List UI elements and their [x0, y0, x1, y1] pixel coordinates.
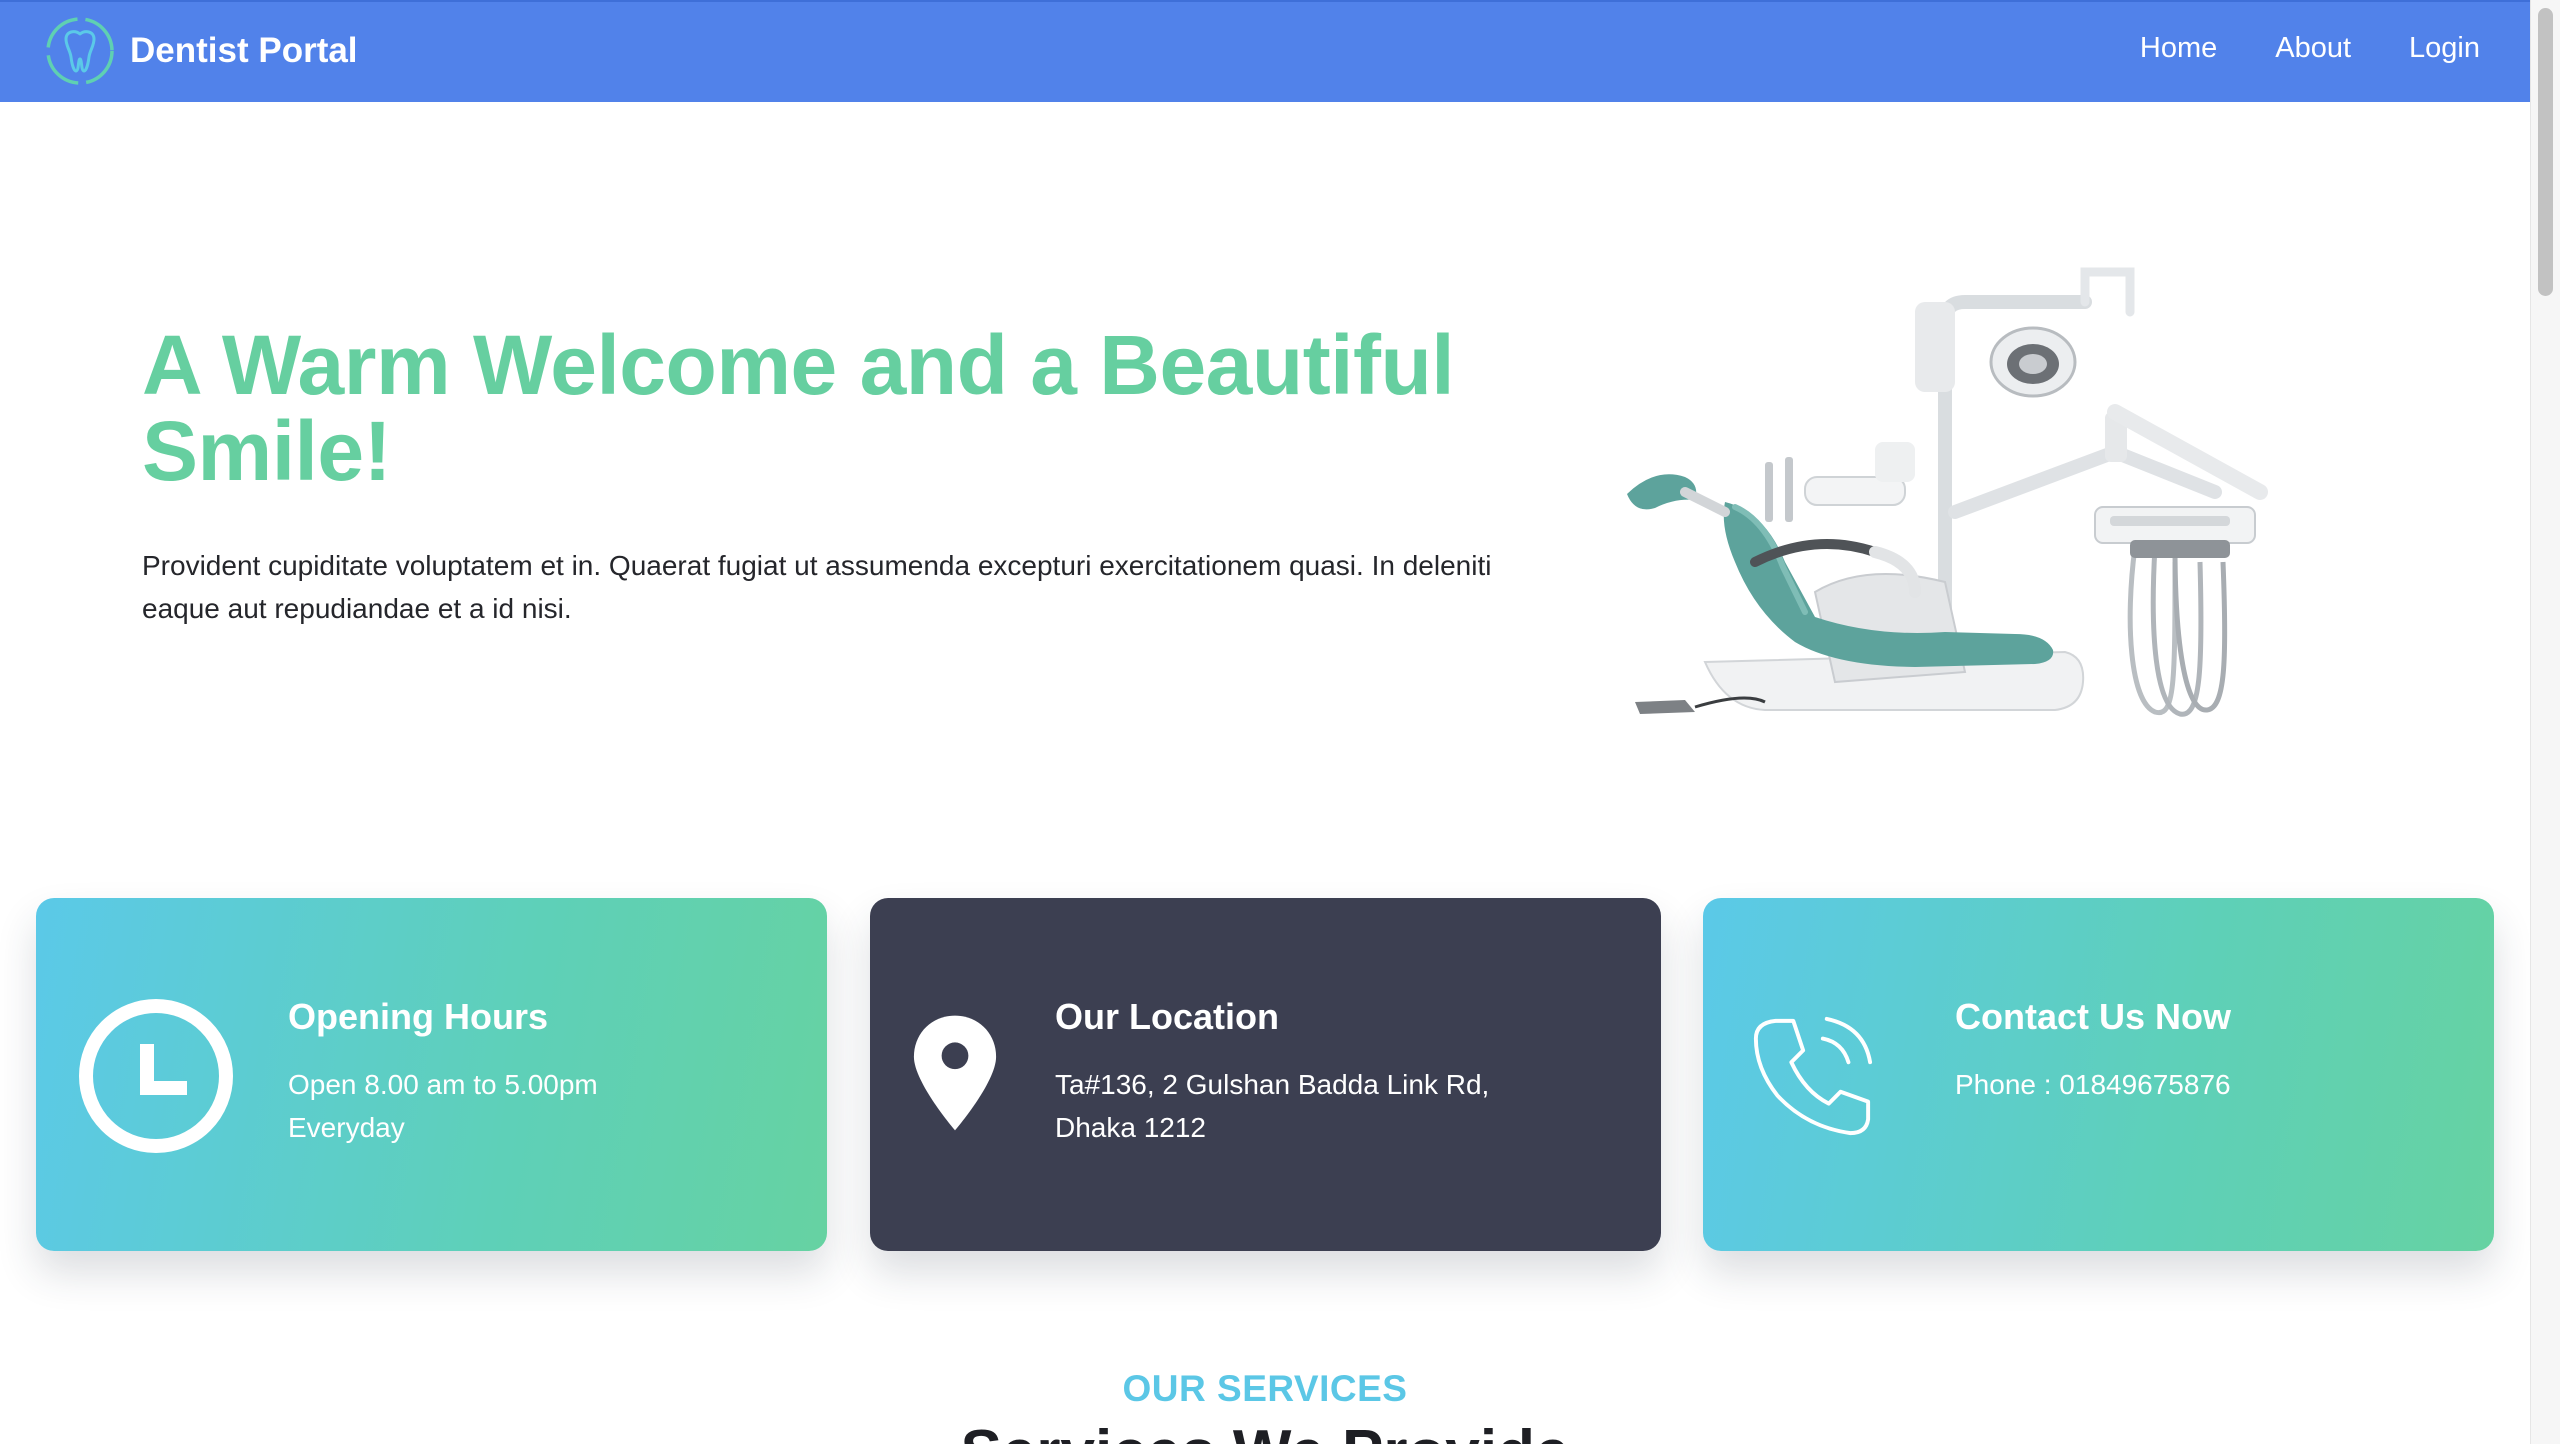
card-title: Contact Us Now — [1955, 996, 2232, 1037]
card-line: Dhaka 1212 — [1055, 1112, 1207, 1143]
contact-card: Contact Us Now Phone : 01849675876 — [1703, 898, 2494, 1251]
card-text[interactable]: Phone : 01849675876 — [1955, 1063, 2475, 1106]
phone-icon — [1753, 1016, 1873, 1136]
map-pin-icon — [913, 1015, 997, 1131]
dental-chair-image — [1627, 267, 2268, 717]
scrollbar[interactable] — [2530, 0, 2560, 1444]
card-line: Phone : 01849675876 — [1955, 1069, 2231, 1100]
card-title: Opening Hours — [288, 996, 548, 1037]
services-heading: Services We Provide — [0, 1418, 2530, 1444]
hero-title: A Warm Welcome and a Beautiful Smile! — [142, 318, 1455, 498]
tooth-icon — [46, 17, 114, 85]
card-line: Ta#136, 2 Gulshan Badda Link Rd, — [1055, 1069, 1490, 1100]
nav-link-home[interactable]: Home — [2140, 32, 2217, 65]
location-card: Our Location Ta#136, 2 Gulshan Badda Lin… — [870, 898, 1661, 1251]
card-line: Open 8.00 am to 5.00pm — [288, 1069, 598, 1100]
services-eyebrow: OUR SERVICES — [1122, 1368, 1408, 1409]
hero-description: Provident cupiditate voluptatem et in. Q… — [142, 550, 1492, 624]
nav-link-login[interactable]: Login — [2409, 32, 2480, 65]
card-text: Open 8.00 am to 5.00pm Everyday — [288, 1063, 808, 1149]
brand-name: Dentist Portal — [130, 31, 358, 70]
dentist-portal-page: Dentist Portal Home About Login A Warm W… — [0, 0, 2560, 1444]
navbar: Dentist Portal Home About Login — [0, 0, 2530, 102]
card-title: Our Location — [1055, 996, 1279, 1037]
brand[interactable]: Dentist Portal — [44, 12, 358, 90]
clock-icon — [79, 999, 233, 1153]
card-text: Ta#136, 2 Gulshan Badda Link Rd, Dhaka 1… — [1055, 1063, 1575, 1149]
card-line: Everyday — [288, 1112, 405, 1143]
opening-hours-card: Opening Hours Open 8.00 am to 5.00pm Eve… — [36, 898, 827, 1251]
scrollbar-thumb[interactable] — [2538, 8, 2553, 296]
nav-link-about[interactable]: About — [2275, 32, 2351, 65]
nav-links: Home About Login — [2082, 2, 2480, 94]
